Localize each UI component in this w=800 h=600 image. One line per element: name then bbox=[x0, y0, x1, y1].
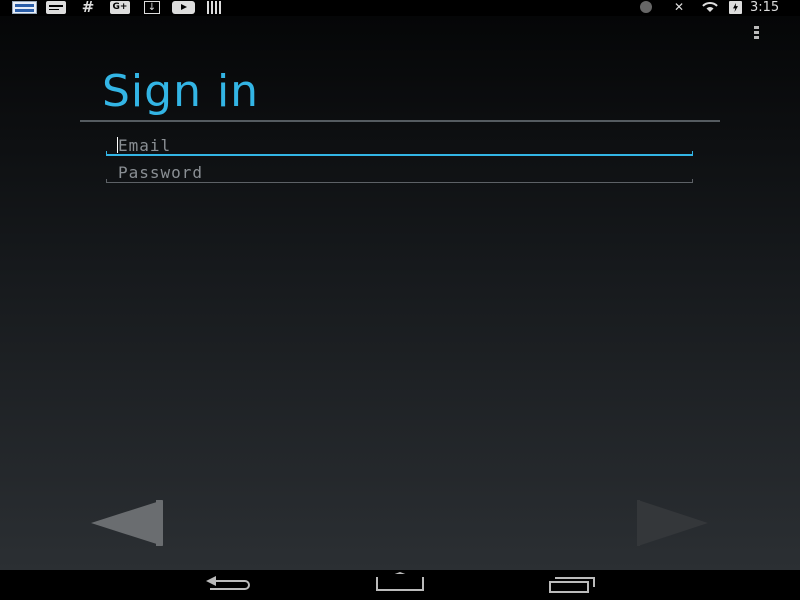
news-icon bbox=[12, 1, 37, 14]
password-field-wrapper bbox=[106, 161, 693, 183]
mute-icon: ✕ bbox=[673, 0, 685, 14]
hashtag-icon: # bbox=[81, 0, 95, 16]
email-field-wrapper bbox=[106, 134, 693, 156]
wifi-icon bbox=[699, 1, 721, 14]
system-back-icon[interactable] bbox=[206, 575, 252, 595]
text-cursor bbox=[117, 137, 118, 153]
google-plus-icon: G+ bbox=[110, 1, 130, 14]
password-underline bbox=[106, 182, 693, 183]
email-field[interactable] bbox=[106, 134, 693, 156]
battery-charging-icon bbox=[729, 1, 742, 14]
bluetooth-icon bbox=[640, 1, 652, 13]
page-title: Sign in bbox=[102, 66, 260, 117]
next-arrow-button[interactable] bbox=[637, 500, 709, 548]
system-home-icon[interactable] bbox=[376, 575, 424, 595]
title-divider bbox=[80, 120, 720, 122]
status-clock: 3:15 bbox=[750, 0, 780, 15]
system-recent-apps-icon[interactable] bbox=[549, 575, 595, 595]
message-icon bbox=[46, 1, 66, 14]
password-field[interactable] bbox=[106, 161, 693, 183]
overflow-menu-icon[interactable] bbox=[753, 26, 759, 40]
download-icon: ↓ bbox=[144, 1, 160, 14]
status-bar: # G+ ↓ ✕ 3:15 bbox=[0, 0, 800, 16]
youtube-icon bbox=[172, 1, 195, 14]
email-underline bbox=[106, 154, 693, 156]
system-nav-bar bbox=[0, 570, 800, 600]
barcode-icon bbox=[207, 1, 223, 14]
back-arrow-button[interactable] bbox=[91, 500, 163, 548]
sign-in-screen: Sign in bbox=[0, 16, 800, 570]
